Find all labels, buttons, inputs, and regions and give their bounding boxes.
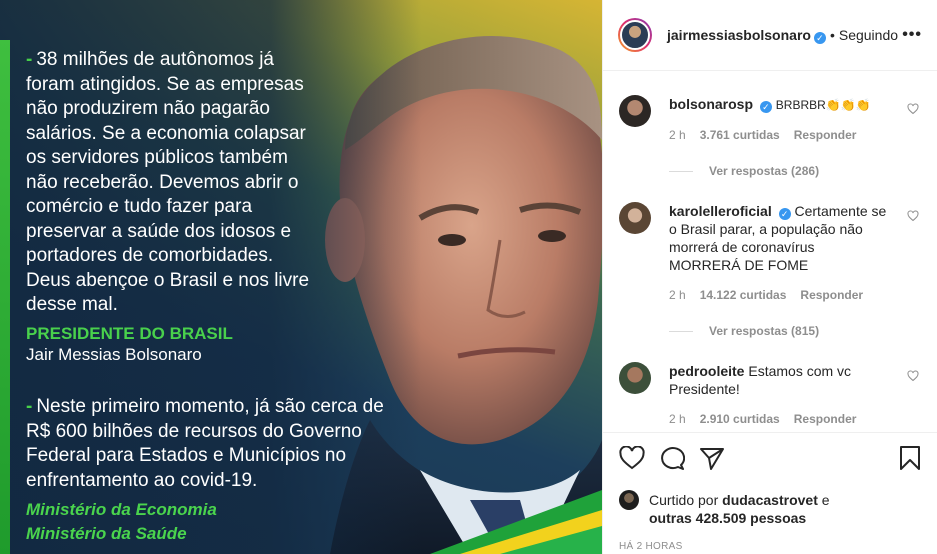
likes-text: Curtido por dudacastrovet e outras 428.5… [649, 491, 830, 527]
view-replies-button[interactable]: Ver respostas (286) [669, 164, 921, 178]
comment-time[interactable]: 2 h [669, 410, 686, 428]
comment-time[interactable]: 2 h [669, 286, 686, 304]
liker-avatar[interactable] [619, 490, 639, 510]
heart-icon[interactable] [907, 103, 919, 115]
separator-dot: • [829, 27, 835, 43]
author-avatar[interactable] [618, 18, 652, 52]
quote-dash: - [26, 396, 33, 417]
liker-username[interactable]: dudacastrovet [722, 492, 818, 508]
post-timestamp[interactable]: HÁ 2 HORAS [619, 541, 922, 552]
flag-stripe-decoration [430, 470, 602, 554]
verified-icon: ✓ [759, 101, 772, 113]
likes-connector: e [821, 492, 830, 508]
comments-panel: jairmessiasbolsonaro ✓ • Seguindo ••• bol… [602, 0, 937, 554]
comment-time[interactable]: 2 h [669, 126, 686, 144]
likes-summary: Curtido por dudacastrovet e outras 428.5… [619, 490, 922, 527]
likes-others-link[interactable]: outras 428.509 pessoas [649, 510, 806, 526]
comment-body: bolsonarosp ✓ BRBRBR👏👏👏 2 h 3.761 curtid… [669, 95, 889, 144]
author-username-text[interactable]: jairmessiasbolsonaro [667, 27, 811, 43]
commenter-avatar[interactable] [619, 202, 651, 234]
comment-item: pedrooleite Estamos com vc Presidente! 2… [619, 362, 921, 428]
signature-title: PRESIDENTE DO BRASIL [26, 324, 233, 343]
verified-icon: ✓ [813, 31, 826, 44]
commenter-username[interactable]: karolelleroficial [669, 203, 772, 219]
comment-item: karolelleroficial ✓ Certamente se o Bras… [619, 202, 921, 304]
quote-2-text: Neste primeiro momento, já são cerca de … [26, 396, 384, 491]
ministry-economy: Ministério da Economia [26, 500, 217, 519]
view-replies-button[interactable]: Ver respostas (815) [669, 324, 921, 338]
heart-icon[interactable] [907, 210, 919, 222]
comment-body: pedrooleite Estamos com vc Presidente! 2… [669, 362, 889, 428]
share-icon[interactable] [699, 446, 725, 470]
comments-list[interactable]: bolsonarosp ✓ BRBRBR👏👏👏 2 h 3.761 curtid… [603, 71, 937, 433]
comment-likes[interactable]: 14.122 curtidas [700, 286, 787, 304]
bookmark-icon[interactable] [898, 445, 922, 471]
replies-divider [669, 170, 693, 172]
post-quote-1: -38 milhões de autônomos já foram atingi… [26, 48, 316, 318]
quote-dash: - [26, 49, 33, 70]
reply-button[interactable]: Responder [794, 410, 857, 428]
more-options-icon[interactable]: ••• [902, 26, 922, 44]
view-replies-label[interactable]: Ver respostas (286) [709, 164, 819, 178]
commenter-avatar[interactable] [619, 95, 651, 127]
signature-name: Jair Messias Bolsonaro [26, 345, 202, 364]
post-image[interactable]: -38 milhões de autônomos já foram atingi… [0, 0, 602, 554]
heart-icon[interactable] [619, 446, 645, 470]
comment-icon[interactable] [659, 446, 685, 470]
post-header: jairmessiasbolsonaro ✓ • Seguindo ••• [603, 0, 937, 71]
comment-meta: 2 h 14.122 curtidas Responder [669, 286, 889, 304]
view-replies-label[interactable]: Ver respostas (815) [709, 324, 819, 338]
commenter-username[interactable]: pedrooleite [669, 363, 744, 379]
green-accent-bar [0, 40, 10, 554]
reply-button[interactable]: Responder [794, 126, 857, 144]
author-username[interactable]: jairmessiasbolsonaro ✓ [667, 27, 826, 44]
comment-likes[interactable]: 2.910 curtidas [700, 410, 780, 428]
commenter-username[interactable]: bolsonarosp [669, 96, 753, 112]
comment-likes[interactable]: 3.761 curtidas [700, 126, 780, 144]
verified-icon: ✓ [778, 208, 791, 220]
replies-divider [669, 330, 693, 332]
heart-icon[interactable] [907, 370, 919, 382]
following-button[interactable]: Seguindo [839, 27, 898, 43]
comment-item: bolsonarosp ✓ BRBRBR👏👏👏 2 h 3.761 curtid… [619, 95, 921, 144]
comment-body: karolelleroficial ✓ Certamente se o Bras… [669, 202, 889, 304]
commenter-avatar[interactable] [619, 362, 651, 394]
post-quote-2: - Neste primeiro momento, já são cerca de… [26, 395, 386, 493]
comment-text: BRBRBR👏👏👏 [775, 98, 871, 112]
post-actions: Curtido por dudacastrovet e outras 428.5… [603, 432, 937, 552]
comment-meta: 2 h 2.910 curtidas Responder [669, 410, 889, 428]
reply-button[interactable]: Responder [800, 286, 863, 304]
quote-1-text: 38 milhões de autônomos já foram atingid… [26, 49, 310, 315]
likes-prefix: Curtido por [649, 492, 719, 508]
comment-meta: 2 h 3.761 curtidas Responder [669, 126, 889, 144]
ministry-health: Ministério da Saúde [26, 524, 187, 543]
action-icons-row [619, 445, 922, 471]
